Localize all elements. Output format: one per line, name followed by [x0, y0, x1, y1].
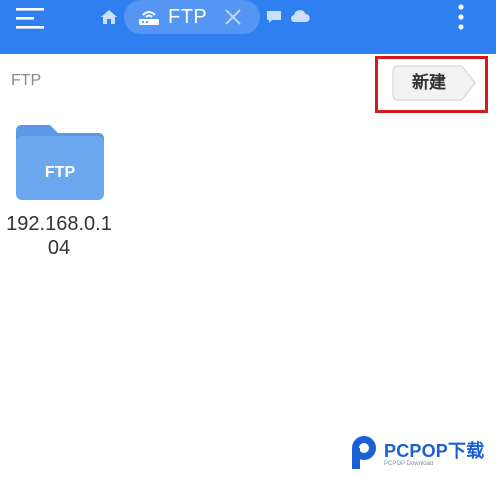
tab-ftp[interactable]: FTP — [124, 0, 260, 34]
breadcrumb[interactable]: FTP — [11, 71, 41, 91]
home-icon[interactable] — [100, 8, 118, 26]
router-icon — [139, 11, 159, 25]
cloud-icon[interactable] — [290, 9, 310, 23]
new-button[interactable]: 新建 — [392, 65, 476, 101]
chat-icon[interactable] — [266, 9, 282, 25]
menu-icon[interactable] — [14, 4, 48, 32]
watermark: PCPOP下载 PCPOP Download — [346, 432, 496, 472]
pcpop-logo-icon — [352, 436, 376, 469]
folder-icon-label: FTP — [45, 164, 76, 181]
new-button-label: 新建 — [412, 73, 446, 92]
watermark-sub: PCPOP Download — [384, 461, 434, 467]
watermark-brand: PCPOP下载 — [384, 441, 485, 461]
top-toolbar: FTP — [0, 0, 496, 54]
close-icon[interactable] — [222, 6, 244, 28]
tab-label: FTP — [168, 6, 208, 28]
more-vertical-icon[interactable] — [455, 2, 467, 32]
folder-icon: FTP — [16, 125, 104, 200]
folder-name: 192.168.0.104 — [6, 213, 112, 259]
folder-item[interactable]: FTP 192.168.0.104 — [6, 124, 112, 264]
